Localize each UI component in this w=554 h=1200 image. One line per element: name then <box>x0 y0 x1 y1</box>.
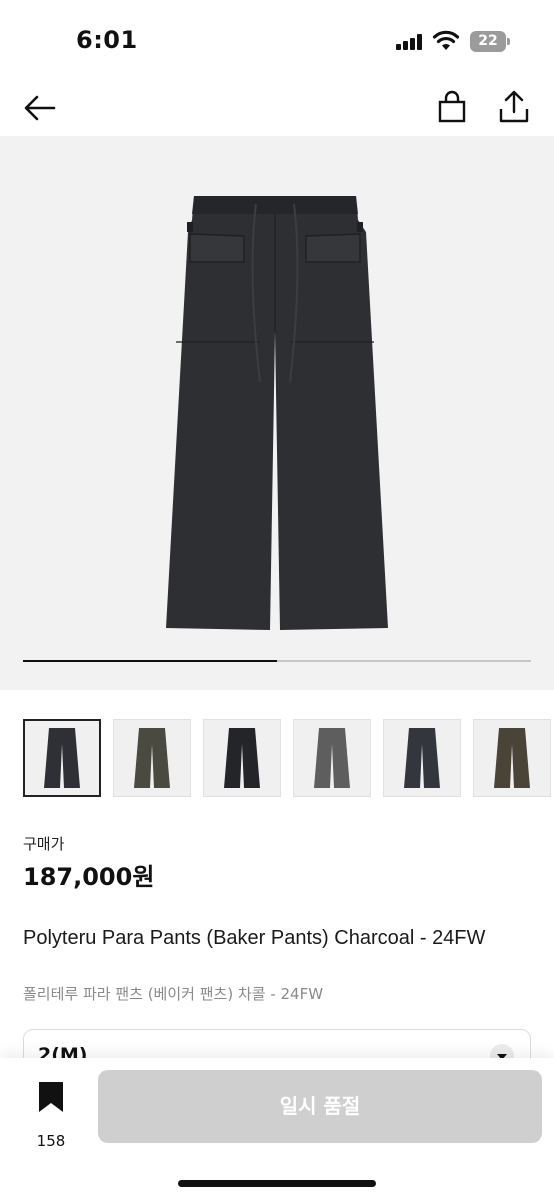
thumbnail-image <box>314 728 350 788</box>
bottom-action-bar: 158 일시 품절 <box>0 1058 554 1200</box>
signal-icon <box>396 34 424 50</box>
thumbnail-image <box>44 728 80 788</box>
gallery-progress <box>23 660 531 662</box>
thumbnail-5[interactable] <box>383 719 461 797</box>
top-nav <box>0 80 554 136</box>
bookmark-button[interactable]: 158 <box>26 1078 76 1150</box>
bookmark-count: 158 <box>36 1132 66 1150</box>
battery-level: 22 <box>470 31 506 52</box>
home-indicator <box>178 1180 376 1187</box>
gallery-progress-fill <box>23 660 277 662</box>
thumbnail-image <box>224 728 260 788</box>
battery-icon: 22 <box>470 31 510 52</box>
back-arrow-icon[interactable] <box>20 88 60 128</box>
thumbnail-6[interactable] <box>473 719 551 797</box>
thumbnail-2[interactable] <box>113 719 191 797</box>
product-title-en: Polyteru Para Pants (Baker Pants) Charco… <box>23 927 486 949</box>
shopping-bag-icon[interactable] <box>432 88 472 128</box>
thumbnail-strip <box>23 719 554 799</box>
soldout-button[interactable]: 일시 품절 <box>98 1070 542 1143</box>
wifi-icon <box>432 30 460 52</box>
product-image <box>166 196 388 630</box>
thumbnail-image <box>134 728 170 788</box>
thumbnail-3[interactable] <box>203 719 281 797</box>
price: 187,000원 <box>23 863 155 891</box>
thumbnail-1[interactable] <box>23 719 101 797</box>
price-label: 구매가 <box>23 835 65 853</box>
product-title-ko: 폴리테루 파라 팬츠 (베이커 팬츠) 차콜 - 24FW <box>23 985 324 1003</box>
thumbnail-image <box>494 728 530 788</box>
bookmark-icon <box>39 1082 63 1112</box>
thumbnail-4[interactable] <box>293 719 371 797</box>
status-time: 6:01 <box>76 26 138 54</box>
product-image-gallery[interactable] <box>0 136 554 690</box>
status-bar: 6:01 22 <box>0 0 554 80</box>
share-icon[interactable] <box>494 88 534 128</box>
thumbnail-image <box>404 728 440 788</box>
